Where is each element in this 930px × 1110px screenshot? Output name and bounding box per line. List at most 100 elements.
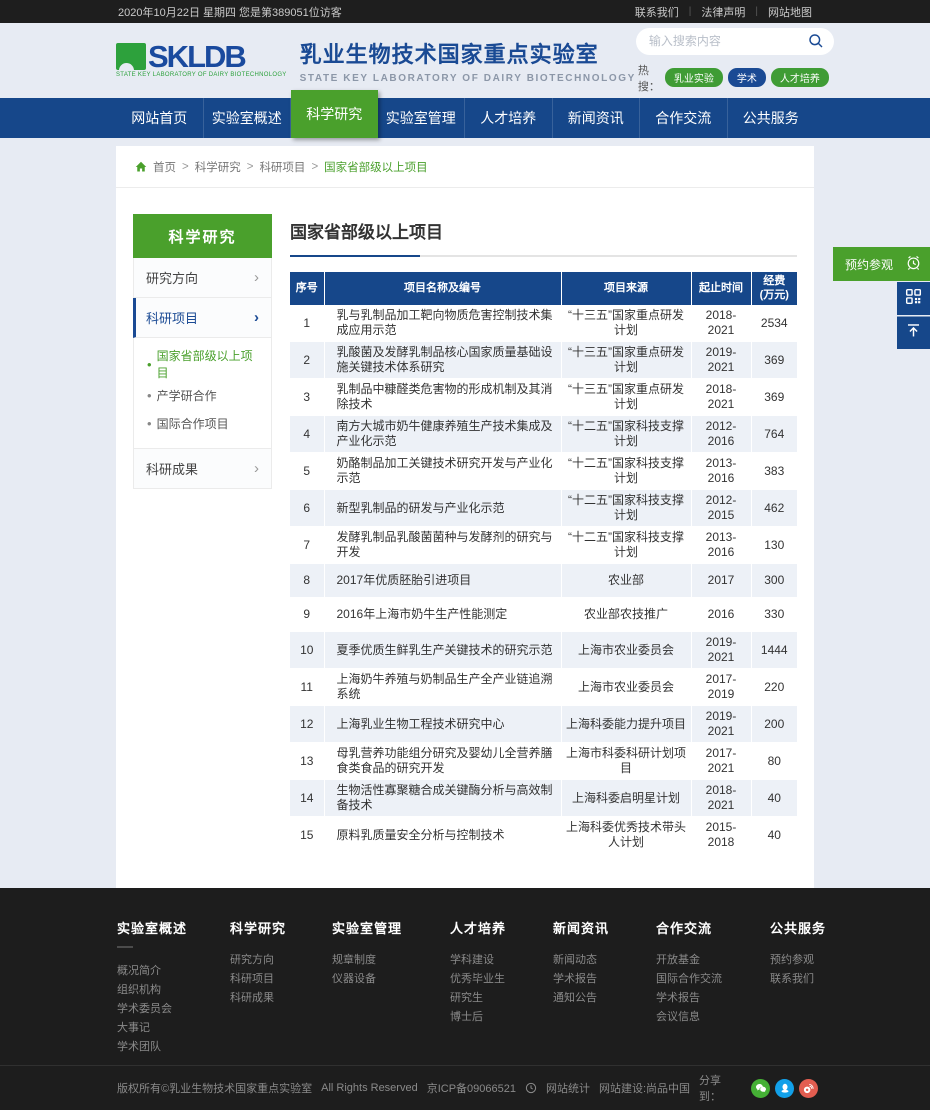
nav-item-新闻资讯[interactable]: 新闻资讯 [553, 98, 641, 138]
footer-link-大事记[interactable]: 大事记 [117, 1019, 230, 1038]
row-number-cell: 3 [290, 379, 324, 416]
footer-link-研究生[interactable]: 研究生 [450, 989, 553, 1008]
nav-item-公共服务[interactable]: 公共服务 [728, 98, 815, 138]
rights-text: All Rights Reserved [321, 1082, 418, 1094]
sidebar-title: 科学研究 [133, 214, 272, 258]
project-period-cell: 2019-2021 [691, 706, 751, 743]
footer-link-学科建设[interactable]: 学科建设 [450, 951, 553, 970]
nav-item-科学研究[interactable]: 科学研究 [291, 90, 378, 138]
sidebar-subitem-国际合作项目[interactable]: •国际合作项目 [134, 409, 271, 437]
footer-link-组织机构[interactable]: 组织机构 [117, 981, 230, 1000]
footer-links: 预约参观联系我们 [770, 951, 870, 989]
breadcrumb-item[interactable]: 科学研究 [195, 159, 241, 175]
back-to-top-button[interactable] [897, 316, 930, 349]
footer-column-科学研究: 科学研究研究方向科研项目科研成果 [230, 918, 332, 1065]
site-logo[interactable]: SKLDB STATE KEY LABORATORY OF DAIRY BIOT… [116, 37, 636, 84]
topbar-link[interactable]: 网站地图 [768, 4, 812, 20]
table-row: 12上海乳业生物工程技术研究中心上海科委能力提升项目2019-2021200 [290, 706, 797, 743]
footer-link-仪器设备[interactable]: 仪器设备 [332, 970, 450, 989]
project-period-cell: 2012-2016 [691, 416, 751, 453]
qr-code-button[interactable] [897, 282, 930, 315]
project-source-cell: 上海科委启明星计划 [561, 780, 691, 817]
site-title: 乳业生物技术国家重点实验室 [300, 37, 636, 69]
sidebar-submenu: •国家省部级以上项目•产学研合作•国际合作项目 [133, 338, 272, 449]
footer-link-国际合作交流[interactable]: 国际合作交流 [656, 970, 770, 989]
search-input[interactable] [649, 34, 808, 48]
footer-link-研究方向[interactable]: 研究方向 [230, 951, 332, 970]
sidebar-subitem-产学研合作[interactable]: •产学研合作 [134, 381, 271, 409]
breadcrumb-item[interactable]: 国家省部级以上项目 [324, 159, 428, 175]
search-icon[interactable] [808, 33, 824, 49]
project-source-cell: “十二五”国家科技支撑计划 [561, 490, 691, 527]
home-icon[interactable] [135, 161, 147, 173]
project-name-cell: 新型乳制品的研发与产业化示范 [324, 490, 561, 527]
footer-links: 开放基金国际合作交流学术报告会议信息 [656, 951, 770, 1027]
content-card: 首页>科学研究>科研项目>国家省部级以上项目 科学研究 研究方向›科研项目›•国… [116, 146, 814, 894]
footer-link-学术报告[interactable]: 学术报告 [656, 989, 770, 1008]
footer-column-实验室概述: 实验室概述概况简介组织机构学术委员会大事记学术团队 [117, 918, 230, 1065]
footer-link-学术团队[interactable]: 学术团队 [117, 1038, 230, 1057]
footer-link-概况简介[interactable]: 概况简介 [117, 962, 230, 981]
footer-link-规章制度[interactable]: 规章制度 [332, 951, 450, 970]
project-source-cell: 上海科委能力提升项目 [561, 706, 691, 743]
project-period-cell: 2018-2021 [691, 305, 751, 342]
project-fund-cell: 462 [751, 490, 797, 527]
table-header-row: 序号项目名称及编号项目来源起止时间经费(万元) [290, 272, 797, 305]
share-weibo-icon[interactable] [799, 1079, 818, 1098]
copyright-info: 版权所有©乳业生物技术国家重点实验室 All Rights Reserved 京… [117, 1080, 699, 1096]
copyright-text: 版权所有©乳业生物技术国家重点实验室 [117, 1080, 312, 1096]
footer-link-会议信息[interactable]: 会议信息 [656, 1008, 770, 1027]
nav-item-网站首页[interactable]: 网站首页 [116, 98, 204, 138]
table-row: 15原料乳质量安全分析与控制技术上海科委优秀技术带头人计划2015-201840 [290, 817, 797, 854]
footer-link-博士后[interactable]: 博士后 [450, 1008, 553, 1027]
project-fund-cell: 300 [751, 564, 797, 598]
sidebar-subitem-国家省部级以上项目[interactable]: •国家省部级以上项目 [134, 347, 271, 381]
sidebar-item-科研项目[interactable]: 科研项目› [133, 298, 272, 338]
hot-search-label: 热搜： [638, 62, 662, 94]
topbar-link[interactable]: 法律声明 [701, 4, 745, 20]
hot-search-tag[interactable]: 乳业实验 [665, 68, 723, 87]
sidebar-item-研究方向[interactable]: 研究方向› [133, 258, 272, 298]
footer-link-预约参观[interactable]: 预约参观 [770, 951, 870, 970]
table-row: 7发酵乳制品乳酸菌菌种与发酵剂的研究与开发“十二五”国家科技支撑计划2013-2… [290, 527, 797, 564]
footer-link-新闻动态[interactable]: 新闻动态 [553, 951, 656, 970]
site-builder-link[interactable]: 网站建设:尚品中国 [599, 1080, 690, 1096]
project-fund-cell: 200 [751, 706, 797, 743]
nav-item-人才培养[interactable]: 人才培养 [465, 98, 553, 138]
bullet-icon: • [147, 388, 152, 403]
project-name-cell: 奶酪制品加工关键技术研究开发与产业化示范 [324, 453, 561, 490]
project-source-cell: 农业部 [561, 564, 691, 598]
table-row: 14生物活性寡聚糖合成关键酶分析与高效制备技术上海科委启明星计划2018-202… [290, 780, 797, 817]
footer-column-title: 实验室概述 [117, 918, 230, 937]
share-wechat-icon[interactable] [751, 1079, 770, 1098]
sidebar-item-科研成果[interactable]: 科研成果› [133, 449, 272, 489]
footer-link-优秀毕业生[interactable]: 优秀毕业生 [450, 970, 553, 989]
footer-link-科研项目[interactable]: 科研项目 [230, 970, 332, 989]
site-stats-link[interactable]: 网站统计 [546, 1080, 590, 1096]
breadcrumb-item[interactable]: 首页 [153, 159, 176, 175]
project-name-cell: 原料乳质量安全分析与控制技术 [324, 817, 561, 854]
topbar-links: 联系我们|法律声明|网站地图 [635, 4, 812, 20]
footer-link-学术报告[interactable]: 学术报告 [553, 970, 656, 989]
nav-item-实验室管理[interactable]: 实验室管理 [378, 98, 466, 138]
project-name-cell: 2016年上海市奶牛生产性能测定 [324, 598, 561, 632]
topbar-link[interactable]: 联系我们 [635, 4, 679, 20]
footer-link-学术委员会[interactable]: 学术委员会 [117, 1000, 230, 1019]
project-source-cell: “十三五”国家重点研发计划 [561, 379, 691, 416]
hot-search-tag[interactable]: 学术 [728, 68, 766, 87]
share-qq-icon[interactable] [775, 1079, 794, 1098]
hot-search-tag[interactable]: 人才培养 [771, 68, 829, 87]
nav-item-实验室概述[interactable]: 实验室概述 [204, 98, 292, 138]
breadcrumb-item[interactable]: 科研项目 [259, 159, 305, 175]
row-number-cell: 13 [290, 743, 324, 780]
footer-link-科研成果[interactable]: 科研成果 [230, 989, 332, 1008]
table-row: 10夏季优质生鲜乳生产关键技术的研究示范上海市农业委员会2019-2021144… [290, 632, 797, 669]
reserve-visit-button[interactable]: 预约参观 [833, 247, 930, 281]
nav-item-合作交流[interactable]: 合作交流 [640, 98, 728, 138]
project-fund-cell: 369 [751, 342, 797, 379]
project-period-cell: 2012-2015 [691, 490, 751, 527]
project-fund-cell: 383 [751, 453, 797, 490]
footer-link-通知公告[interactable]: 通知公告 [553, 989, 656, 1008]
footer-link-联系我们[interactable]: 联系我们 [770, 970, 870, 989]
footer-link-开放基金[interactable]: 开放基金 [656, 951, 770, 970]
